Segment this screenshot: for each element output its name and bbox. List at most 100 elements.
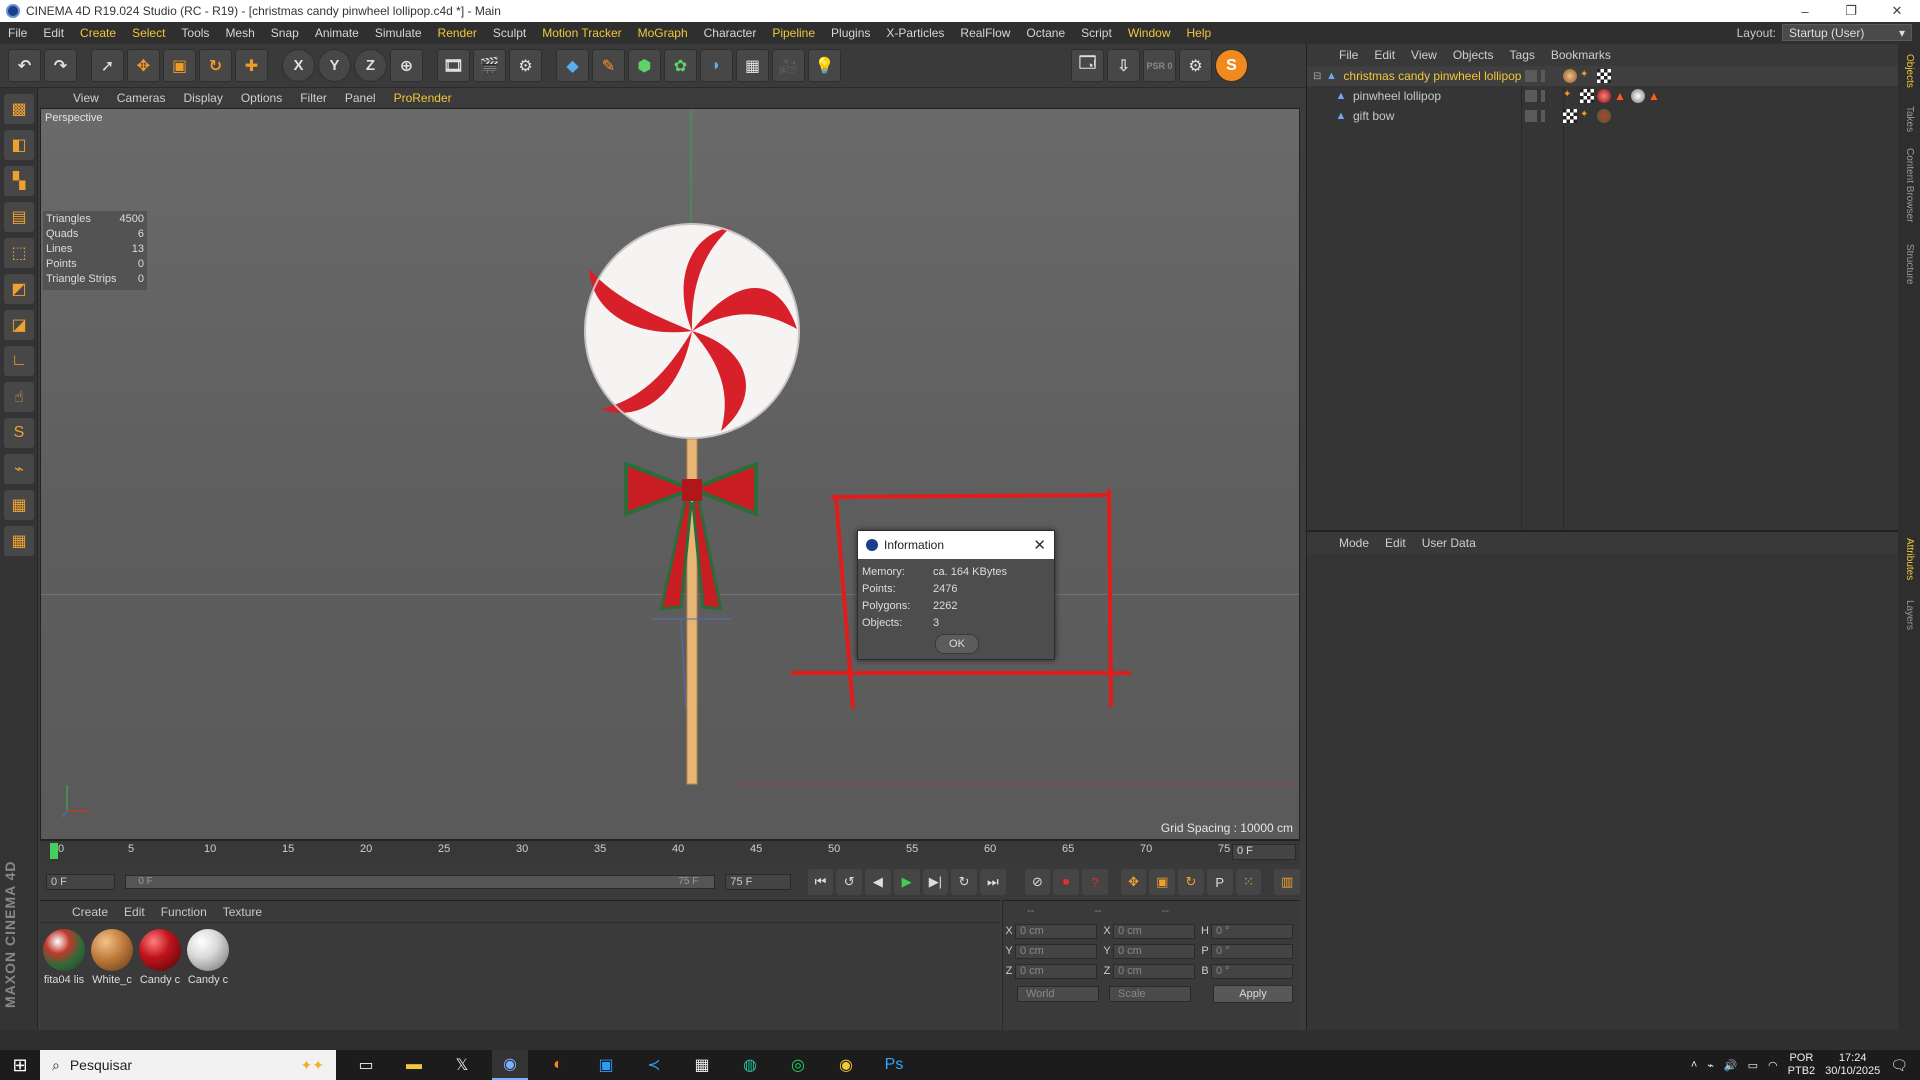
volume-icon[interactable]: 🔊 [1724,1059,1738,1072]
object-menu-bookmarks[interactable]: Bookmarks [1543,48,1619,62]
rotation-p-field[interactable]: 0 ° [1211,943,1293,959]
points-mode-button[interactable]: ⬚ [4,238,34,268]
menu-select[interactable]: Select [124,26,173,40]
scale-dropdown[interactable]: Scale [1109,986,1191,1002]
timeline-ruler[interactable]: 0 5 10 15 20 25 30 35 40 45 50 55 60 65 … [40,840,1300,864]
rotate-tool-button[interactable]: ↻ [199,49,232,82]
taskbar-search[interactable]: ⌕ Pesquisar ✦✦ [40,1050,336,1080]
menu-snap[interactable]: Snap [263,26,307,40]
light-object-button[interactable]: 💡 [808,49,841,82]
material-swatch[interactable]: White_c [90,929,134,986]
material-tag-icon[interactable] [1597,89,1611,103]
restore-button[interactable]: ❐ [1828,0,1874,22]
auto-key-button[interactable]: ⏺ [1053,869,1080,895]
menu-simulate[interactable]: Simulate [367,26,430,40]
menu-mograph[interactable]: MoGraph [630,26,696,40]
z-axis-lock-button[interactable]: Z [354,49,387,82]
menu-animate[interactable]: Animate [307,26,367,40]
tab-layers[interactable]: Layers [1904,600,1915,630]
next-key-button[interactable]: ↻ [951,869,977,895]
visibility-flag[interactable] [1525,110,1537,122]
array-button[interactable]: ✿ [664,49,697,82]
visibility-flag[interactable] [1525,90,1537,102]
camera-object-button[interactable]: 🎥 [772,49,805,82]
edges-mode-button[interactable]: ◩ [4,274,34,304]
menu-mesh[interactable]: Mesh [217,26,262,40]
workplane-mode-button[interactable]: ▤ [4,202,34,232]
attribute-menu-user-data[interactable]: User Data [1414,536,1484,550]
object-row[interactable]: ▲ pinwheel lollipop ✦ ▲ ▲ [1307,86,1898,106]
minimize-button[interactable]: – [1782,0,1828,22]
timeline-window-button[interactable]: ▥ [1274,869,1300,895]
render-settings-button[interactable]: ⚙ [509,49,542,82]
language-indicator[interactable]: POR PTB2 [1788,1052,1816,1078]
render-picture-viewer-button[interactable]: 🎬 [473,49,506,82]
phong-tag-icon[interactable]: ✦ [1580,109,1594,123]
material-tag-icon[interactable] [1631,89,1645,103]
task-view-icon[interactable]: ▭ [348,1050,384,1080]
texture-tag-icon[interactable] [1563,109,1577,123]
tab-content-browser[interactable]: Content Browser [1904,148,1915,222]
tab-attributes[interactable]: Attributes [1904,538,1915,580]
material-menu-texture[interactable]: Texture [215,905,270,919]
subdivision-button[interactable]: ⬢ [628,49,661,82]
phong-tag-icon[interactable]: ✦ [1580,69,1594,83]
object-row[interactable]: ▲ gift bow ✦ [1307,106,1898,126]
menu-edit[interactable]: Edit [35,26,72,40]
size-y-field[interactable]: 0 cm [1113,943,1195,959]
render-flag[interactable] [1541,70,1545,82]
object-row[interactable]: ⊟ ▲ christmas candy pinwheel lollipop ✦ [1307,66,1898,86]
attribute-menu-mode[interactable]: Mode [1331,536,1377,550]
menu-pipeline[interactable]: Pipeline [764,26,823,40]
chrome-icon[interactable]: ◉ [828,1050,864,1080]
polygons-mode-button[interactable]: ◪ [4,310,34,340]
last-tool-button[interactable]: ✚ [235,49,268,82]
magnet-button[interactable]: ⌁ [4,454,34,484]
texture-tag-icon[interactable] [1597,69,1611,83]
end-frame-field[interactable]: 75 F [725,874,791,890]
x-axis-lock-button[interactable]: X [282,49,315,82]
file-explorer-icon[interactable]: ▬ [396,1050,432,1080]
vscode-icon[interactable]: ≺ [636,1050,672,1080]
viewport-menu-filter[interactable]: Filter [291,91,336,105]
object-menu-tags[interactable]: Tags [1502,48,1543,62]
warning-tag-icon[interactable]: ▲ [1614,89,1628,103]
redo-button[interactable]: ↷ [44,49,77,82]
3d-viewport[interactable]: Perspective Triangles 4500 Quads 6 Lines 13… [40,108,1300,840]
menu-realflow[interactable]: RealFlow [952,26,1018,40]
position-x-field[interactable]: 0 cm [1015,923,1097,939]
play-button[interactable]: ▶ [893,869,920,895]
coordinate-system-button[interactable]: ⊕ [390,49,423,82]
apply-button[interactable]: Apply [1213,985,1293,1003]
menu-octane[interactable]: Octane [1018,26,1073,40]
parameter-key-button[interactable]: P [1206,869,1233,895]
texture-mode-button[interactable]: ▚ [4,166,34,196]
object-menu-objects[interactable]: Objects [1445,48,1502,62]
chevron-up-icon[interactable]: ˄ [1691,1059,1697,1071]
workplane-lock-button[interactable]: ▦ [4,490,34,520]
clock[interactable]: 17:24 30/10/2025 [1825,1052,1880,1078]
current-frame-marker[interactable] [50,843,58,859]
position-key-button[interactable]: ✥ [1120,869,1147,895]
calculator-icon[interactable]: ▦ [684,1050,720,1080]
object-menu-file[interactable]: File [1331,48,1366,62]
previous-frame-button[interactable]: ◀ [865,869,891,895]
viewport-menu-view[interactable]: View [64,91,108,105]
material-tag-icon[interactable] [1597,109,1611,123]
cube-object-button[interactable]: ◆ [556,49,589,82]
material-menu-create[interactable]: Create [64,905,116,919]
layout-dropdown[interactable]: Startup (User) ▾ [1782,24,1912,41]
scale-tool-button[interactable]: ▣ [163,49,196,82]
select-tool-button[interactable]: ➚ [91,49,124,82]
whatsapp-icon[interactable]: ◎ [780,1050,816,1080]
viewport-menu-panel[interactable]: Panel [336,91,385,105]
material-menu-function[interactable]: Function [153,905,215,919]
pen-spline-button[interactable]: ✎ [592,49,625,82]
keyframe-selection-button[interactable]: ? [1082,869,1108,895]
move-tool-button[interactable]: ✥ [127,49,160,82]
material-swatch[interactable]: Candy c [138,929,182,986]
menu-motion-tracker[interactable]: Motion Tracker [534,26,629,40]
menu-script[interactable]: Script [1073,26,1120,40]
rotation-key-button[interactable]: ↻ [1178,869,1204,895]
go-to-start-button[interactable]: ⏮ [807,869,834,895]
